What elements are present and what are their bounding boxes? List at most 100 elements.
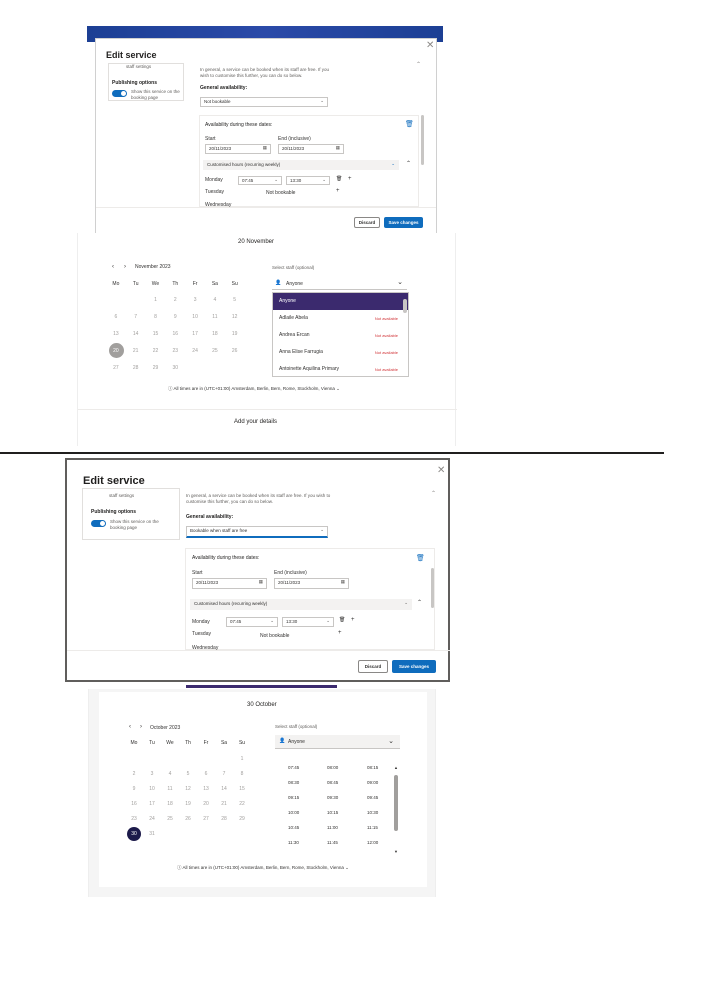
save-changes-button[interactable]: Save changes: [392, 660, 436, 673]
day-cell[interactable]: 30: [165, 365, 185, 371]
day-cell[interactable]: 14: [126, 331, 146, 337]
day-cell[interactable]: 27: [106, 365, 126, 371]
general-availability-dropdown[interactable]: Bookable when staff are free ⌄: [186, 526, 328, 538]
day-cell[interactable]: 5: [225, 297, 245, 303]
day-cell[interactable]: 20: [197, 801, 215, 807]
staff-option-selected[interactable]: Anyone: [273, 293, 408, 310]
time-slot[interactable]: 08:00: [327, 765, 338, 770]
chevron-up-icon[interactable]: ⌃: [417, 599, 422, 606]
time-slot[interactable]: 09:00: [367, 780, 378, 785]
day-cell[interactable]: 25: [161, 816, 179, 822]
close-icon[interactable]: ✕: [426, 40, 434, 51]
add-icon[interactable]: +: [338, 630, 342, 636]
day-cell[interactable]: 7: [215, 771, 233, 777]
day-cell[interactable]: 18: [161, 801, 179, 807]
day-cell[interactable]: 3: [143, 771, 161, 777]
hours-mode-dropdown[interactable]: Customised hours (recurring weekly) ⌄: [203, 160, 399, 170]
day-cell[interactable]: 17: [143, 801, 161, 807]
day-cell[interactable]: [197, 756, 215, 762]
start-date-input[interactable]: 20/11/2023 ▦: [205, 144, 271, 154]
time-slot[interactable]: 08:45: [327, 780, 338, 785]
monday-to-dropdown[interactable]: 13:30 ⌄: [286, 176, 330, 185]
day-cell[interactable]: 28: [126, 365, 146, 371]
day-cell-selected[interactable]: 30: [125, 831, 143, 837]
time-slot[interactable]: 08:15: [367, 765, 378, 770]
scrollbar[interactable]: [403, 299, 407, 313]
delete-icon[interactable]: 🗑: [405, 120, 414, 128]
day-cell[interactable]: 2: [165, 297, 185, 303]
day-cell[interactable]: 1: [233, 756, 251, 762]
add-icon[interactable]: +: [351, 617, 355, 623]
day-cell[interactable]: 23: [125, 816, 143, 822]
prev-month-icon[interactable]: ‹: [129, 724, 131, 730]
day-cell[interactable]: 16: [165, 331, 185, 337]
time-slot[interactable]: 10:30: [367, 810, 378, 815]
day-cell[interactable]: [185, 365, 205, 371]
timezone-note[interactable]: ⓘ All times are in (UTC+01:00) Amsterdam…: [177, 865, 349, 871]
day-cell[interactable]: 15: [146, 331, 166, 337]
day-cell[interactable]: 8: [233, 771, 251, 777]
timezone-note[interactable]: ⓘ All times are in (UTC+01:00) Amsterdam…: [168, 386, 340, 392]
scrollbar[interactable]: [394, 775, 398, 831]
time-slot[interactable]: 11:45: [327, 840, 338, 845]
day-cell[interactable]: 6: [106, 314, 126, 320]
day-cell[interactable]: [205, 365, 225, 371]
time-slot[interactable]: 11:30: [288, 840, 299, 845]
staff-option[interactable]: Adlaile Abela Not available: [273, 310, 408, 327]
day-cell[interactable]: 7: [126, 314, 146, 320]
time-slot[interactable]: 08:30: [288, 780, 299, 785]
day-cell[interactable]: 3: [185, 297, 205, 303]
day-cell[interactable]: 29: [146, 365, 166, 371]
publish-toggle[interactable]: [112, 90, 127, 97]
day-cell[interactable]: [179, 756, 197, 762]
day-cell[interactable]: 10: [143, 786, 161, 792]
staff-option[interactable]: Anna Elise Farrugia Not available: [273, 344, 408, 361]
next-month-icon[interactable]: ›: [140, 724, 142, 730]
delete-icon[interactable]: 🗑: [416, 554, 425, 562]
day-cell[interactable]: 15: [233, 786, 251, 792]
staff-select[interactable]: 👤 Anyone ⌄: [272, 277, 407, 290]
day-cell[interactable]: [106, 297, 126, 303]
day-cell[interactable]: 13: [197, 786, 215, 792]
day-cell[interactable]: 11: [205, 314, 225, 320]
save-changes-button[interactable]: Save changes: [384, 217, 423, 228]
day-cell[interactable]: 13: [106, 331, 126, 337]
time-slot[interactable]: 11:00: [327, 825, 338, 830]
day-cell-selected[interactable]: 20: [106, 348, 126, 354]
monday-from-dropdown[interactable]: 07:45 ⌄: [238, 176, 282, 185]
day-cell[interactable]: 29: [233, 816, 251, 822]
day-cell[interactable]: [215, 756, 233, 762]
day-cell[interactable]: 25: [205, 348, 225, 354]
time-slot[interactable]: 10:00: [288, 810, 299, 815]
day-cell[interactable]: 24: [185, 348, 205, 354]
day-cell[interactable]: 19: [179, 801, 197, 807]
general-availability-dropdown[interactable]: Not bookable ⌄: [200, 97, 328, 107]
day-cell[interactable]: [225, 365, 245, 371]
day-cell[interactable]: 10: [185, 314, 205, 320]
day-cell[interactable]: 4: [205, 297, 225, 303]
monday-to-dropdown[interactable]: 13:30 ⌄: [282, 617, 334, 627]
time-slot[interactable]: 11:15: [367, 825, 378, 830]
slot-scroll-down-icon[interactable]: ▼: [394, 849, 398, 854]
time-slot[interactable]: 12:00: [367, 840, 378, 845]
day-cell[interactable]: 14: [215, 786, 233, 792]
next-month-icon[interactable]: ›: [124, 264, 126, 270]
staff-option[interactable]: Andrea Ercan Not available: [273, 327, 408, 344]
day-cell[interactable]: 11: [161, 786, 179, 792]
day-cell[interactable]: 26: [179, 816, 197, 822]
close-icon[interactable]: ✕: [437, 465, 445, 476]
chevron-up-icon[interactable]: ⌃: [406, 160, 411, 167]
time-slot[interactable]: 09:15: [288, 795, 299, 800]
end-date-input[interactable]: 20/11/2023 ▦: [274, 578, 349, 589]
day-cell[interactable]: 26: [225, 348, 245, 354]
delete-icon[interactable]: 🗑: [336, 176, 342, 182]
day-cell[interactable]: 21: [215, 801, 233, 807]
time-slot[interactable]: 09:45: [367, 795, 378, 800]
discard-button[interactable]: Discard: [354, 217, 380, 228]
slot-scroll-up-icon[interactable]: ▲: [394, 765, 398, 770]
scrollbar[interactable]: [421, 115, 424, 165]
time-slot[interactable]: 09:30: [327, 795, 338, 800]
day-cell[interactable]: 24: [143, 816, 161, 822]
chevron-up-icon[interactable]: ⌃: [431, 490, 436, 497]
delete-icon[interactable]: 🗑: [339, 617, 345, 623]
